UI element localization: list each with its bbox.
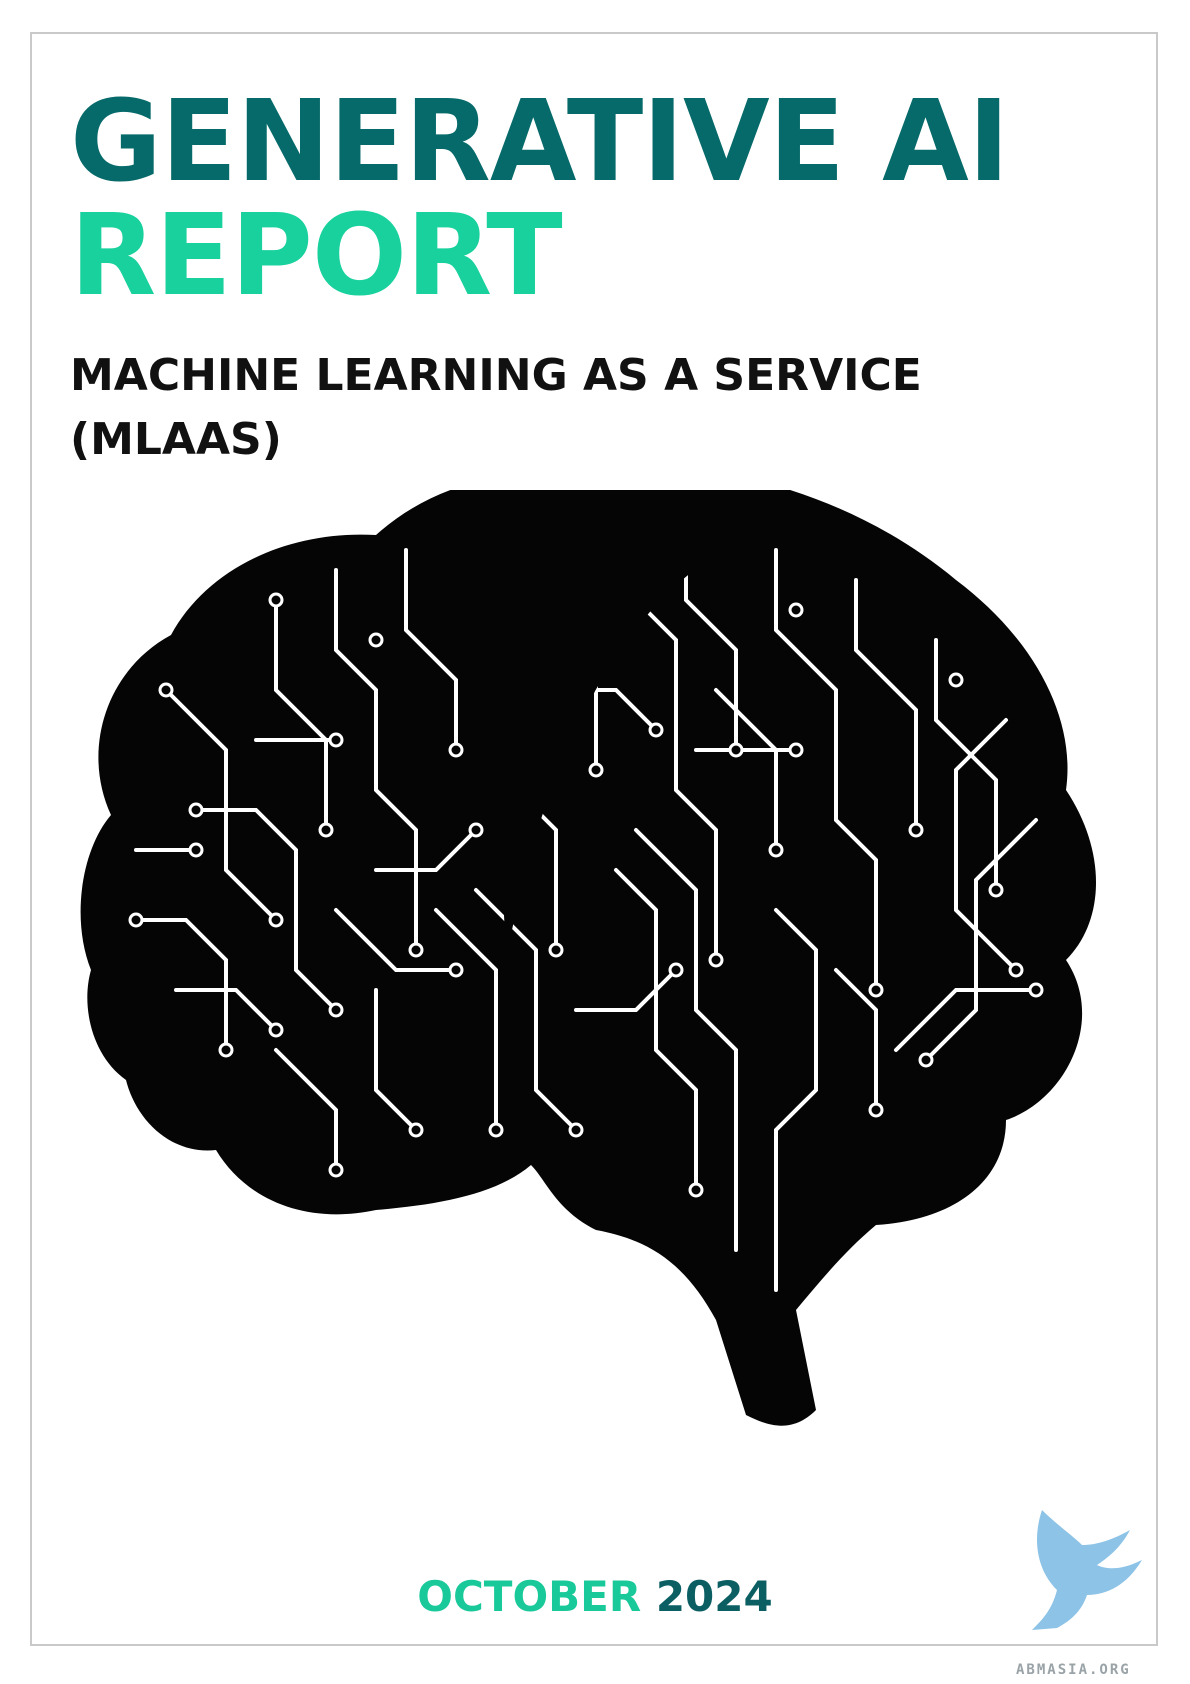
circuit-brain-icon [80,490,1096,1426]
report-subtitle-line2: (MLAAS) [70,414,282,465]
report-title-line1: GENERATIVE AI [70,77,1010,207]
brain-shape [80,490,1096,1426]
report-date-month: OCTOBER [417,1572,642,1621]
report-subtitle-line1: MACHINE LEARNING AS A SERVICE [70,350,922,401]
report-date-year: 2024 [655,1572,773,1621]
report-title-line2: REPORT [70,191,563,321]
griffin-logo-icon [1032,1510,1142,1630]
watermark-text: ABMASIA.ORG [1016,1662,1131,1678]
